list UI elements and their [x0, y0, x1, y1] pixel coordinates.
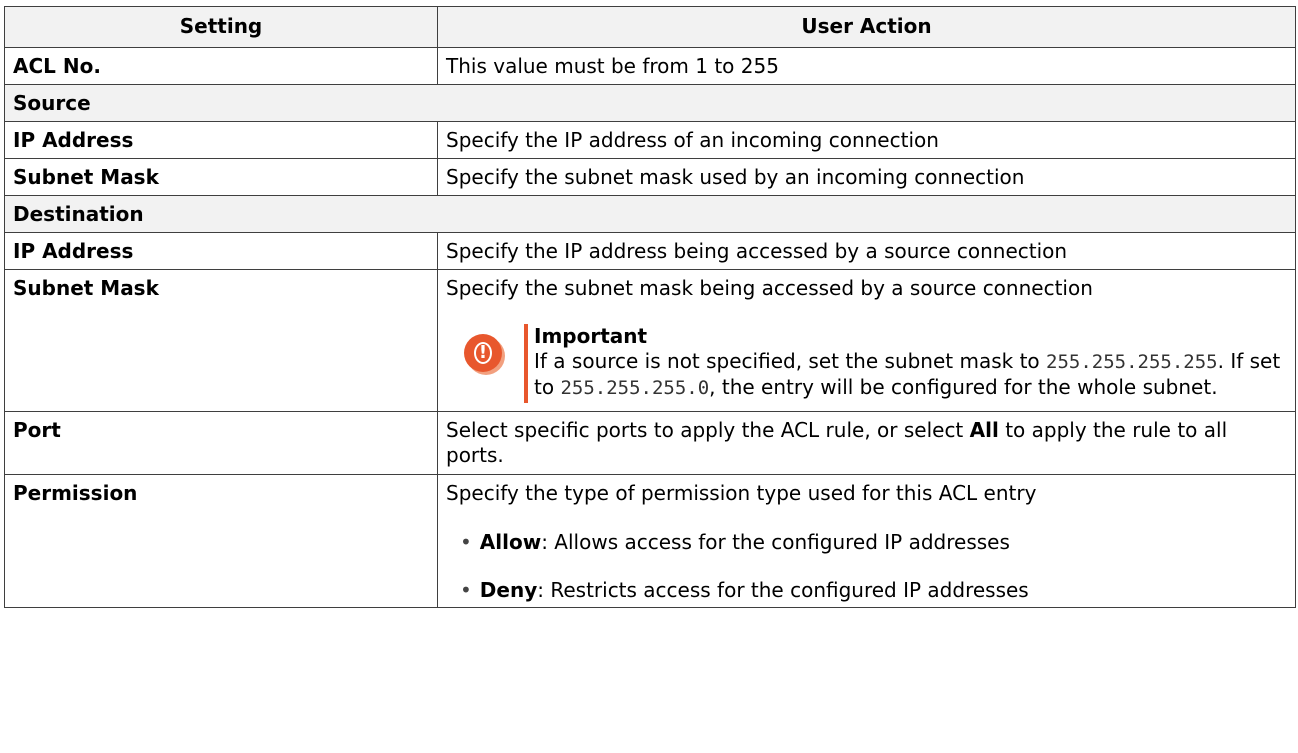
note-bar: [524, 324, 528, 403]
action-cell: Specify the subnet mask used by an incom…: [437, 158, 1296, 196]
setting-cell: Subnet Mask: [4, 158, 438, 196]
exclamation-icon: !: [464, 334, 502, 372]
section-title: Destination: [4, 195, 1296, 233]
header-row: Setting User Action: [4, 6, 1296, 48]
important-note: ! Important If a source is not specified…: [464, 324, 1287, 403]
permission-list: • Allow: Allows access for the configured…: [446, 530, 1287, 603]
section-row: Destination: [4, 195, 1296, 233]
section-title: Source: [4, 84, 1296, 122]
note-title: Important: [534, 324, 648, 348]
list-item: • Deny: Restricts access for the configur…: [460, 578, 1029, 602]
table-row: IP Address Specify the IP address of an …: [4, 121, 1296, 159]
header-user-action: User Action: [437, 6, 1296, 48]
note-body: Important If a source is not specified, …: [534, 324, 1287, 403]
section-row: Source: [4, 84, 1296, 122]
action-cell: Select specific ports to apply the ACL r…: [437, 411, 1296, 475]
table-row: IP Address Specify the IP address being …: [4, 232, 1296, 270]
setting-cell: IP Address: [4, 121, 438, 159]
table-row: Permission Specify the type of permissio…: [4, 474, 1296, 608]
note-text: If a source is not specified, set the su…: [534, 349, 1281, 399]
table-row: Subnet Mask Specify the subnet mask bein…: [4, 269, 1296, 412]
list-item: • Allow: Allows access for the configured…: [460, 530, 1010, 554]
table-row: Port Select specific ports to apply the …: [4, 411, 1296, 475]
settings-table: Setting User Action ACL No. This value m…: [4, 6, 1296, 608]
action-cell: This value must be from 1 to 255: [437, 47, 1296, 85]
bold-term: All: [969, 418, 999, 442]
action-cell: Specify the IP address of an incoming co…: [437, 121, 1296, 159]
setting-cell: Subnet Mask: [4, 269, 438, 412]
action-cell: Specify the IP address being accessed by…: [437, 232, 1296, 270]
action-text: Specify the subnet mask being accessed b…: [446, 276, 1093, 300]
action-cell: Specify the subnet mask being accessed b…: [437, 269, 1296, 412]
setting-cell: Permission: [4, 474, 438, 608]
action-cell: Specify the type of permission type used…: [437, 474, 1296, 608]
table-row: ACL No. This value must be from 1 to 255: [4, 47, 1296, 85]
setting-cell: Port: [4, 411, 438, 475]
setting-cell: IP Address: [4, 232, 438, 270]
header-setting: Setting: [4, 6, 438, 48]
action-text: Specify the type of permission type used…: [446, 481, 1037, 505]
setting-cell: ACL No.: [4, 47, 438, 85]
code-value: 255.255.255.255: [1046, 351, 1218, 373]
table-row: Subnet Mask Specify the subnet mask used…: [4, 158, 1296, 196]
code-value: 255.255.255.0: [560, 377, 710, 399]
